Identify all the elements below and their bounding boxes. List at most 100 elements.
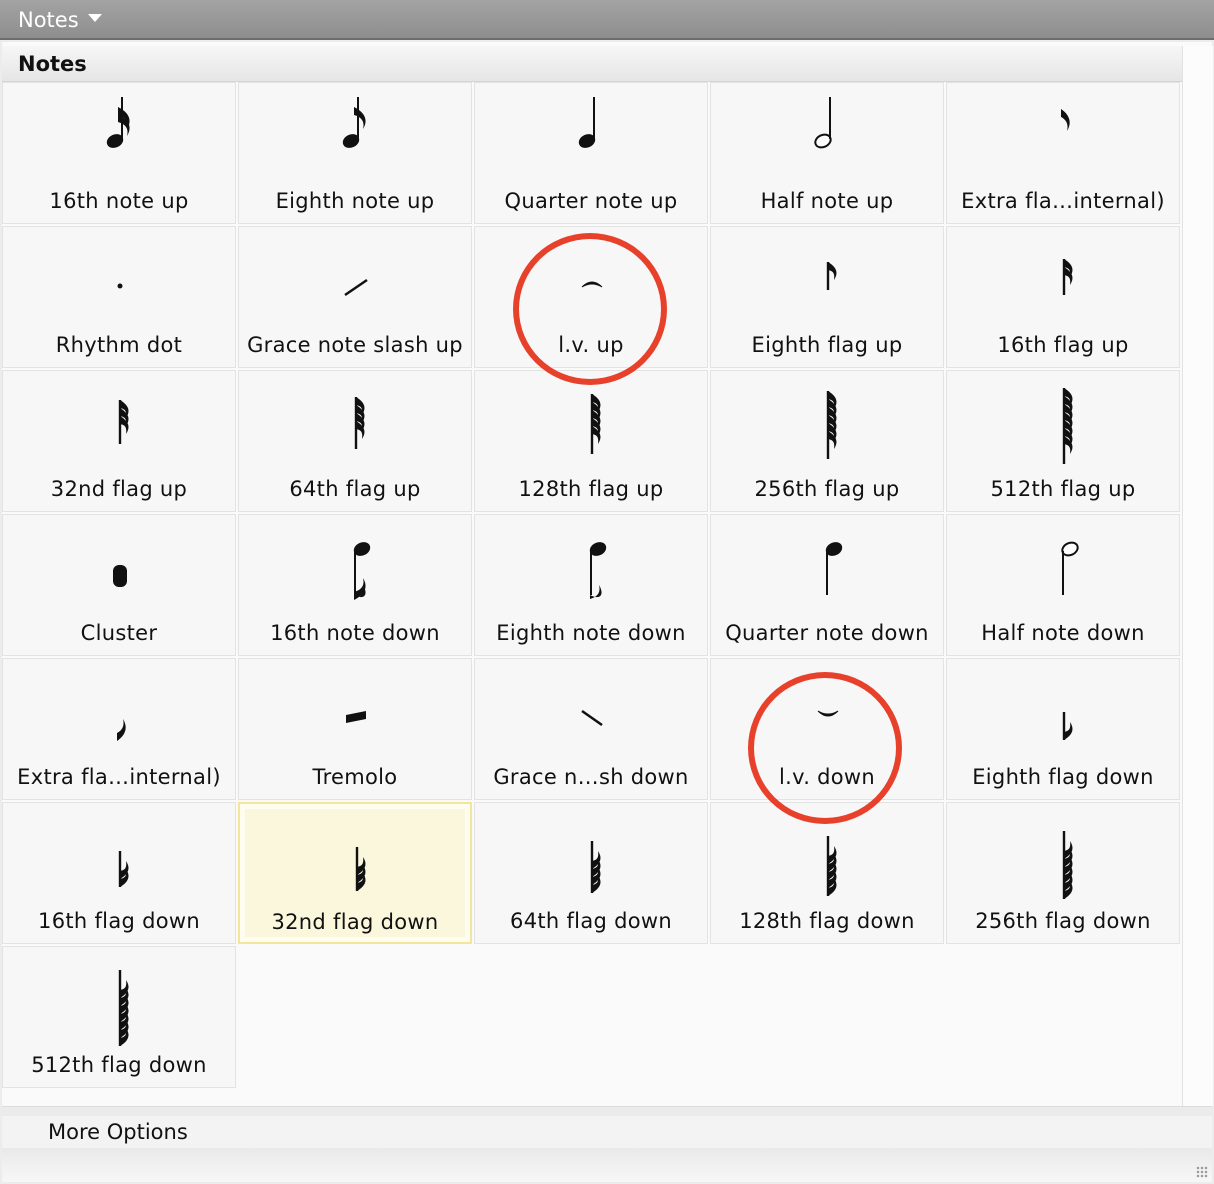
tremolo-icon [346,711,366,723]
lv-up-icon [581,281,603,288]
palette-cell-label: 16th note down [270,621,440,645]
palette-cell-label: 16th note up [49,189,189,213]
flag-512th-down-icon [118,970,129,1046]
section-header[interactable]: Notes [2,46,1182,82]
palette-cell[interactable]: Quarter note down [710,514,944,656]
flag-512th-up-icon [1062,388,1073,464]
palette-cell-label: Eighth note down [496,621,686,645]
palette-cell-label: l.v. up [558,333,624,357]
flag-32nd-up-icon [118,400,129,444]
palette-cell[interactable]: 32nd flag down [238,802,472,944]
palette-cell[interactable]: Eighth flag up [710,226,944,368]
palette-cell-label: Extra fla…internal) [961,189,1165,213]
resize-grip-icon[interactable] [1196,1166,1208,1178]
flag-128th-down-icon [826,836,837,896]
palette-cell[interactable]: Half note up [710,82,944,224]
palette-cell[interactable]: 512th flag up [946,370,1180,512]
palette-cell-label: 256th flag up [754,477,900,501]
dropdown-caret-icon[interactable] [88,14,102,22]
scrollbar-track[interactable] [1182,46,1213,1106]
palette-cell[interactable]: Extra fla…internal) [2,658,236,800]
grace-slash-down-icon [581,709,603,727]
palette-cell[interactable]: 64th flag down [474,802,708,944]
palette-cell-label: Eighth note up [275,189,435,213]
flag-16th-up-icon [1062,259,1073,295]
palette-cell[interactable]: Grace n…sh down [474,658,708,800]
palette-cell[interactable]: l.v. up [474,226,708,368]
palette-cell[interactable]: 256th flag down [946,802,1180,944]
rhythm-dot-icon [117,283,123,289]
palette-cell[interactable]: 128th flag down [710,802,944,944]
more-options-bar[interactable]: More Options [2,1116,1212,1149]
palette-cell[interactable]: 64th flag up [238,370,472,512]
palette-cell[interactable]: Half note down [946,514,1180,656]
lv-down-icon [817,710,839,717]
palette-cell[interactable]: Rhythm dot [2,226,236,368]
palette-cell[interactable]: 16th flag up [946,226,1180,368]
note-16th-down-icon [353,542,371,600]
flag-64th-up-icon [354,397,365,449]
note-16th-up-icon [106,97,130,148]
extra-flag-up-icon [1061,109,1070,131]
palette-cell[interactable]: Cluster [2,514,236,656]
palette-cell[interactable]: 16th note up [2,82,236,224]
palette-cell[interactable]: Tremolo [238,658,472,800]
palette-cell-label: Tremolo [312,765,398,789]
flag-eighth-down-icon [1062,712,1073,740]
palette-cell-label: Quarter note down [725,621,929,645]
section-title: Notes [18,52,87,76]
palette-cell-label: 16th flag down [38,909,200,933]
palette-cell-label: l.v. down [778,765,876,789]
note-half-down-icon [1061,541,1079,595]
palette-cell[interactable]: Extra fla…internal) [946,82,1180,224]
palette-cell-label: 512th flag up [990,477,1136,501]
more-options-label: More Options [48,1120,188,1144]
palette-cell-label: Quarter note up [504,189,678,213]
palette-cell-label: Eighth flag up [751,333,903,357]
palette-cell-label: 64th flag up [289,477,421,501]
palette-cell[interactable]: l.v. down [710,658,944,800]
palette-cell[interactable]: 512th flag down [2,946,236,1088]
palette-cell[interactable]: 32nd flag up [2,370,236,512]
flag-32nd-down-icon [355,847,366,891]
palette-cell-label: Half note down [981,621,1145,645]
palette-cell-label: 128th flag up [518,477,664,501]
palette-titlebar[interactable]: Notes [0,0,1214,40]
palette-cell-label: Grace n…sh down [493,765,689,789]
note-half-up-icon [814,97,832,149]
palette-cell-label: 32nd flag up [50,477,188,501]
palette-cell-label: Grace note slash up [247,333,463,357]
palette-cell[interactable]: Eighth flag down [946,658,1180,800]
flag-128th-up-icon [590,394,601,454]
palette-cell[interactable]: 16th note down [238,514,472,656]
palette-cell-label: 512th flag down [31,1053,207,1077]
palette-cell-label: 256th flag down [975,909,1151,933]
palette-title: Notes [18,8,79,32]
palette-cell[interactable]: 256th flag up [710,370,944,512]
extra-flag-down-icon [117,719,126,741]
flag-eighth-up-icon [826,262,837,290]
palette-cell-label: Extra fla…internal) [17,765,221,789]
flag-16th-down-icon [118,851,129,887]
palette-cell[interactable]: 128th flag up [474,370,708,512]
palette-cell-label: Half note up [760,189,894,213]
palette-cell-label: 32nd flag down [271,910,439,934]
flag-64th-down-icon [590,841,601,893]
palette-cell[interactable]: Grace note slash up [238,226,472,368]
grace-slash-up-icon [344,278,368,297]
palette-cell-label: 16th flag up [997,333,1129,357]
palette-cell-label: 64th flag down [510,909,672,933]
status-bar [2,1148,1212,1182]
note-eighth-down-icon [589,542,607,599]
flag-256th-down-icon [1062,831,1073,899]
palette-cell-label: Rhythm dot [55,333,183,357]
palette-cell[interactable]: Eighth note down [474,514,708,656]
note-quarter-down-icon [825,542,843,595]
palette-cell-label: Eighth flag down [972,765,1154,789]
palette-cell-label: Cluster [80,621,158,645]
cluster-icon [113,565,127,587]
palette-cell[interactable]: Eighth note up [238,82,472,224]
palette-cell[interactable]: Quarter note up [474,82,708,224]
palette-cell[interactable]: 16th flag down [2,802,236,944]
note-quarter-up-icon [578,97,596,148]
